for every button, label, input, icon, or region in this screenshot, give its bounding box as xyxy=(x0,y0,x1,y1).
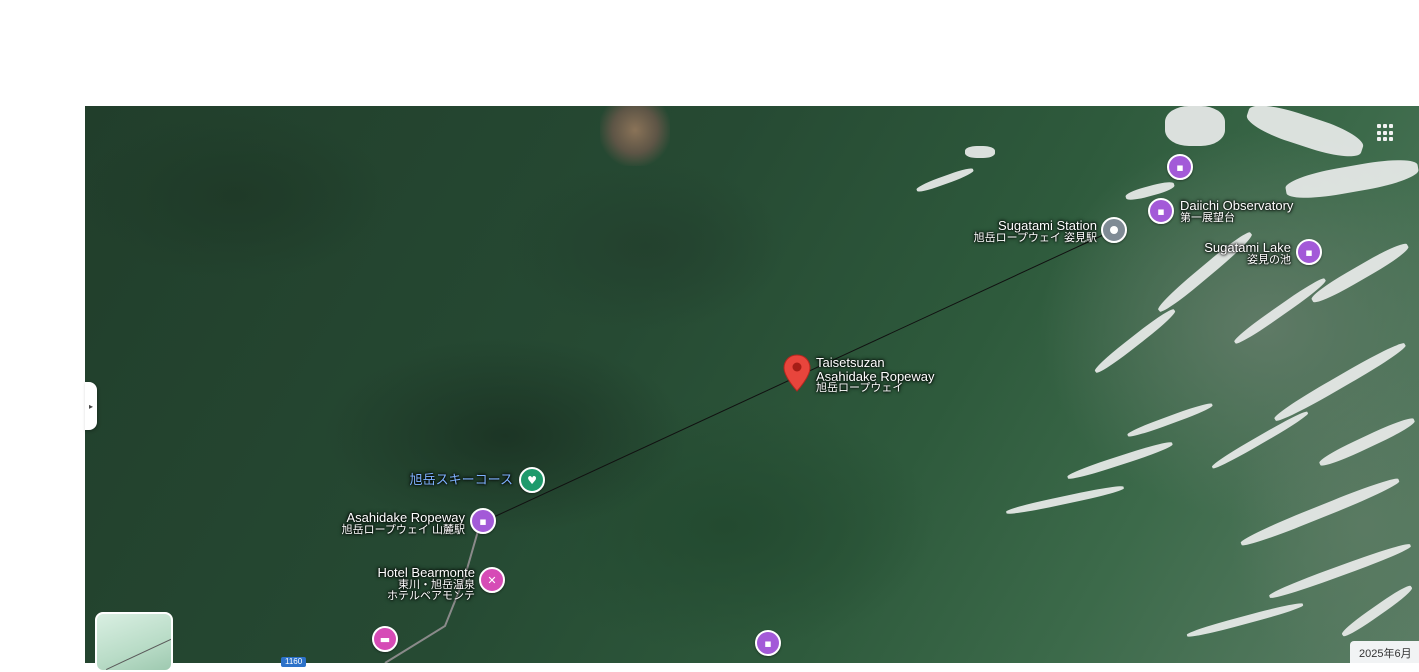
place-name: Hotel Bearmonte xyxy=(377,565,475,580)
place-name: 旭岳スキーコース xyxy=(409,472,513,487)
landmark-icon[interactable]: ▪ xyxy=(755,630,781,656)
place-name: Asahidake Ropeway xyxy=(346,510,465,525)
place-subname: 旭岳ロープウェイ 姿見駅 xyxy=(973,231,1097,244)
place-subname: 旭岳ロープウェイ 山麓駅 xyxy=(341,523,465,536)
ski-course-label[interactable]: 旭岳スキーコース xyxy=(410,473,513,487)
satellite-map[interactable] xyxy=(85,106,1419,663)
apps-grid-icon[interactable] xyxy=(1377,124,1395,142)
daiichi-observatory-pin[interactable]: ▪ xyxy=(1148,198,1174,224)
collapse-panel-button[interactable]: ▸ xyxy=(85,382,97,430)
ski-area-icon: ♥ xyxy=(527,473,537,487)
ski-course-pin[interactable]: ♥ xyxy=(519,467,545,493)
thumbnail-road xyxy=(106,631,171,670)
place-subname-line2: ホテルベアモンテ xyxy=(387,590,475,603)
sugatami-lake-label[interactable]: Sugatami Lake 姿見の池 xyxy=(1204,241,1291,266)
collapse-panel-icon: ▸ xyxy=(88,401,93,411)
ropeway-base-label[interactable]: Asahidake Ropeway 旭岳ロープウェイ 山麓駅 xyxy=(342,511,465,536)
imagery-date: 2025年6月 xyxy=(1350,641,1419,663)
ropeway-cable-line xyxy=(384,229,1115,663)
red-location-pin-icon[interactable] xyxy=(783,354,811,392)
landmark-icon[interactable]: ▪ xyxy=(1167,154,1193,180)
hotel-icon[interactable]: ▬ xyxy=(372,626,398,652)
hotel-bearmonte-label[interactable]: Hotel Bearmonte 東川・旭岳温泉 ホテルベアモンテ xyxy=(377,566,475,603)
place-subname: 第一展望台 xyxy=(1180,211,1235,224)
sugatami-station-pin[interactable] xyxy=(1101,217,1127,243)
layers-thumbnail[interactable] xyxy=(95,612,173,672)
place-name: Daiichi Observatory xyxy=(1180,198,1294,213)
road-number-badge: 1160 xyxy=(281,657,307,667)
sugatami-station-label[interactable]: Sugatami Station 旭岳ロープウェイ 姿見駅 xyxy=(974,219,1097,244)
place-subname: 姿見の池 xyxy=(1247,253,1291,266)
landmark-icon: ▪ xyxy=(1305,245,1313,259)
place-name-line1: Taisetsuzan xyxy=(816,355,885,370)
sugatami-lake-pin[interactable]: ▪ xyxy=(1296,239,1322,265)
hotel-icon: ✕ xyxy=(487,573,497,587)
daiichi-observatory-label[interactable]: Daiichi Observatory 第一展望台 xyxy=(1180,199,1293,224)
place-name: Sugatami Lake xyxy=(1204,240,1291,255)
selected-place-label[interactable]: Taisetsuzan Asahidake Ropeway 旭岳ロープウェイ xyxy=(816,356,935,395)
transit-station-icon xyxy=(1110,226,1118,234)
landmark-icon: ▪ xyxy=(1157,204,1165,218)
place-name: Sugatami Station xyxy=(997,218,1097,233)
ropeway-base-pin[interactable]: ▪ xyxy=(470,508,496,534)
landmark-icon: ▪ xyxy=(479,514,487,528)
place-subname: 旭岳ロープウェイ xyxy=(816,382,904,395)
hotel-bearmonte-pin[interactable]: ✕ xyxy=(479,567,505,593)
